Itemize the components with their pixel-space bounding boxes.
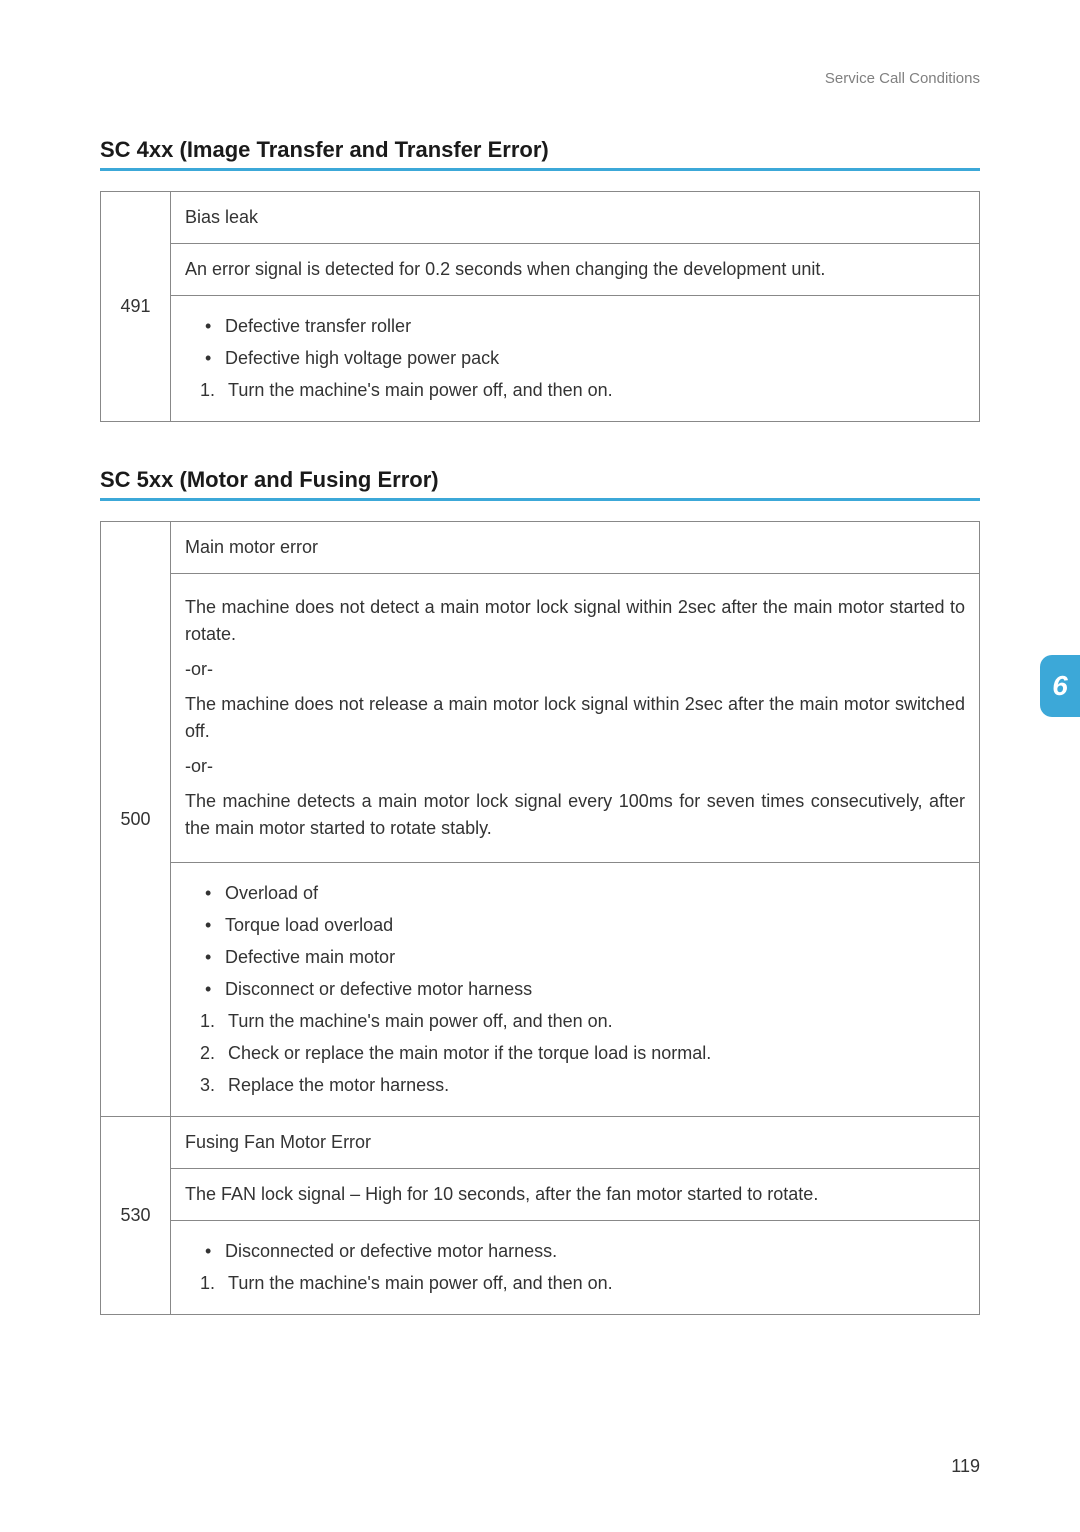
bullet-item: Defective high voltage power pack [205, 345, 965, 372]
header-breadcrumb: Service Call Conditions [100, 70, 980, 87]
row-details: Overload of Torque load overload Defecti… [171, 863, 980, 1117]
section-title-5xx: SC 5xx (Motor and Fusing Error) [100, 467, 980, 493]
bullet-item: Overload of [205, 880, 965, 907]
bullet-item: Torque load overload [205, 912, 965, 939]
desc-or: -or- [185, 753, 965, 780]
table-sc4xx: 491 Bias leak An error signal is detecte… [100, 191, 980, 422]
desc-part: The machine does not detect a main motor… [185, 594, 965, 648]
code-cell-491: 491 [101, 192, 171, 422]
bullet-item: Defective transfer roller [205, 313, 965, 340]
row-details: Disconnected or defective motor harness.… [171, 1221, 980, 1315]
bullet-item: Disconnected or defective motor harness. [205, 1238, 965, 1265]
step-item: Turn the machine's main power off, and t… [200, 1008, 965, 1035]
bullet-item: Disconnect or defective motor harness [205, 976, 965, 1003]
desc-or: -or- [185, 656, 965, 683]
row-desc: An error signal is detected for 0.2 seco… [171, 244, 980, 296]
row-title: Main motor error [171, 522, 980, 574]
code-cell-500: 500 [101, 522, 171, 1117]
table-sc5xx: 500 Main motor error The machine does no… [100, 521, 980, 1315]
step-item: Replace the motor harness. [200, 1072, 965, 1099]
section-divider [100, 498, 980, 501]
bullet-item: Defective main motor [205, 944, 965, 971]
code-cell-530: 530 [101, 1117, 171, 1315]
step-item: Check or replace the main motor if the t… [200, 1040, 965, 1067]
desc-part: The machine does not release a main moto… [185, 691, 965, 745]
row-title: Fusing Fan Motor Error [171, 1117, 980, 1169]
section-title-4xx: SC 4xx (Image Transfer and Transfer Erro… [100, 137, 980, 163]
page-number: 119 [951, 1456, 980, 1477]
row-desc: The FAN lock signal – High for 10 second… [171, 1169, 980, 1221]
row-desc: The machine does not detect a main motor… [171, 574, 980, 863]
row-title: Bias leak [171, 192, 980, 244]
step-item: Turn the machine's main power off, and t… [200, 377, 965, 404]
row-details: Defective transfer roller Defective high… [171, 296, 980, 422]
section-divider [100, 168, 980, 171]
desc-part: The machine detects a main motor lock si… [185, 788, 965, 842]
chapter-tab: 6 [1040, 655, 1080, 717]
step-item: Turn the machine's main power off, and t… [200, 1270, 965, 1297]
